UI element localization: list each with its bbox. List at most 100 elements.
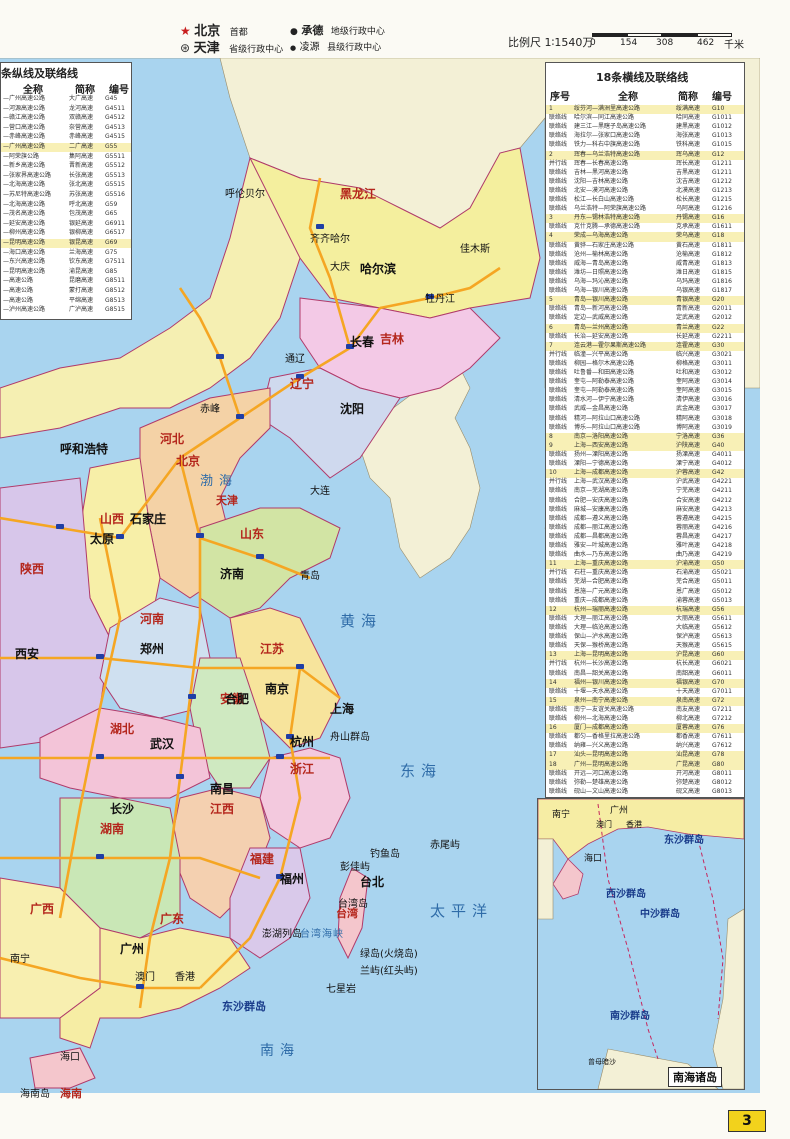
map-city-changsha: 长沙: [110, 802, 135, 816]
right-table-cell: 青兰高速: [676, 323, 701, 331]
left-table-cell: —北海高速公路: [3, 181, 46, 189]
right-table-cell: 松长高速: [676, 196, 701, 204]
right-table-cell: G4012: [712, 460, 732, 468]
right-table-cell: 大临高速: [676, 624, 701, 631]
right-table-cell: G6021: [712, 660, 732, 668]
right-table-cell: 潍日高速: [676, 268, 701, 276]
left-table-row: —高速公路 平绵高速 G8513: [1, 297, 131, 306]
left-table-cell: 双赣高速: [69, 114, 94, 122]
right-table-cell: 扬溧高速: [676, 451, 701, 458]
right-table-row: 联络线 威海—青岛高速公路 威青高速 G1813: [546, 260, 744, 269]
right-table-cell: 联络线: [549, 614, 568, 622]
right-table-row: 联络线 砚山—文山高速公路 砚文高速 G8013: [546, 788, 744, 797]
right-table-cell: 南宁—友谊关高速公路: [574, 705, 635, 713]
right-table-cell: 合安高速: [676, 496, 701, 504]
map-city-fuzhou: 福州: [280, 872, 305, 886]
right-table-cell: G1812: [712, 250, 732, 258]
left-table-cell: —延安高速公路: [3, 219, 46, 227]
map-prov-jiangsu: 江苏: [260, 642, 285, 656]
right-table-row: 联络线 乌海—玛沁高速公路 乌玛高速 G1816: [546, 278, 744, 287]
right-table-cell: 7: [549, 341, 553, 349]
left-table-cell: G7511: [105, 258, 125, 266]
right-table-cell: 广昆高速: [676, 760, 701, 768]
left-table-cell: 银昆高速: [69, 239, 94, 246]
left-table-cell: G5511: [105, 152, 125, 160]
map-city-hongkong: 香港: [175, 972, 195, 983]
right-table-cell: 广州—昆明高速公路: [574, 760, 629, 768]
right-table-cell: 武金高速: [676, 405, 701, 413]
right-table-row: 联络线 南京—芜湖高速公路 宁芜高速 G4211: [546, 487, 744, 496]
right-table-cell: 弥勒—楚雄高速公路: [574, 778, 629, 786]
right-table-cell: G8013: [712, 787, 732, 795]
right-table-cell: G3015: [712, 387, 732, 395]
right-table-row: 联络线 南宁—友谊关高速公路 南友高速 G7211: [546, 706, 744, 715]
scale-tick-2: 308: [656, 38, 674, 48]
right-table-cell: 联络线: [549, 132, 568, 140]
right-table-cell: 保山—泸水高速公路: [574, 633, 629, 641]
right-table-cell: 沪蓉高速: [676, 469, 701, 477]
right-table-cell: 1: [549, 105, 553, 112]
left-table-cell: 蒙打高速: [69, 287, 94, 294]
right-table-cell: 联络线: [549, 423, 568, 431]
left-table-row: —高速公路 昆磨高速 G8511: [1, 277, 131, 286]
right-table-cell: G36: [712, 432, 725, 440]
right-table-cell: G5615: [712, 642, 732, 650]
right-table-cell: 奎阿高速: [676, 378, 701, 386]
right-table-row: 并行线 杭州—长沙高速公路 杭长高速 G6021: [546, 660, 744, 669]
left-table-cell: —茂名高速公路: [3, 210, 46, 218]
right-table-cell: 12: [549, 605, 557, 613]
right-table-cell: 天保—猴桥高速公路: [574, 642, 629, 650]
right-table-cell: G5611: [712, 614, 732, 622]
map-island-zhoushan: 舟山群岛: [330, 732, 370, 743]
left-table-cell: G59: [105, 200, 118, 208]
right-table-cell: G42: [712, 469, 725, 477]
inset-nanning: 南宁: [552, 810, 571, 820]
left-table-cell: —东兴高速公路: [3, 258, 46, 266]
right-header-short: 简称: [678, 92, 698, 103]
right-panel-title: 18条横线及联络线: [596, 71, 689, 84]
right-table-cell: 吉黑高速: [676, 168, 701, 176]
right-table-cell: 黄骅—石家庄高速公路: [574, 241, 635, 249]
right-table-cell: 砚文高速: [676, 787, 701, 795]
right-table-cell: G7011: [712, 687, 732, 695]
map-prov-hainan: 海南: [60, 1087, 82, 1100]
map-sea-donghai: 东海: [400, 762, 443, 780]
map-island-penghu: 澎湖列岛: [262, 929, 302, 940]
right-table-cell: G4011: [712, 451, 732, 458]
right-table-cell: 纳兴高速: [676, 742, 701, 750]
right-table-cell: 沪昆高速: [676, 651, 701, 659]
right-table-cell: 联络线: [549, 387, 568, 395]
right-table-cell: 14: [549, 678, 557, 686]
right-table-cell: 克承高速: [676, 223, 701, 231]
right-table-row: 联络线 大理—临沧高速公路 大临高速 G5612: [546, 624, 744, 633]
right-table-cell: 恩施—广元高速公路: [574, 587, 629, 595]
right-table-row: 联络线 都匀—香格里拉高速公路 都香高速 G7611: [546, 733, 744, 742]
right-table-cell: 溧阳—宁德高速公路: [574, 460, 629, 468]
right-table-cell: 3: [549, 214, 553, 222]
inset-zengmu: 曾母暗沙: [588, 1058, 616, 1066]
left-table-cell: 包茂高速: [69, 210, 94, 218]
right-table-cell: 并行线: [549, 569, 568, 577]
right-table-cell: G7212: [712, 715, 732, 723]
left-table-cell: G4512: [105, 114, 125, 122]
right-table-cell: 汕昆高速: [676, 751, 701, 759]
left-table-cell: G85: [105, 267, 118, 275]
right-table-row: 联络线 柳园—格尔木高速公路 柳格高速 G3011: [546, 360, 744, 369]
left-table-cell: —泸州高速公路: [3, 306, 46, 314]
right-table-cell: 联络线: [549, 687, 568, 695]
right-table-cell: 并行线: [549, 660, 568, 668]
left-table-cell: —营口高速公路: [3, 123, 46, 131]
right-table-cell: G4218: [712, 542, 732, 550]
right-table-row: 联络线 成都—昌都高速公路 蓉昌高速 G4217: [546, 533, 744, 542]
right-table-cell: 联络线: [549, 241, 568, 249]
right-table-cell: 铁科高速: [676, 141, 701, 149]
right-table-cell: 2: [549, 150, 553, 158]
right-table-row: 联络线 乌兰浩特—阿荣旗高速公路 乌阿高速 G1216: [546, 205, 744, 214]
right-table-cell: 福银高速: [676, 678, 701, 686]
right-table-cell: 联络线: [549, 378, 568, 386]
map-prov-hunan: 湖南: [100, 822, 125, 836]
right-table-cell: G56: [712, 605, 725, 613]
right-table-cell: 联络线: [549, 596, 568, 604]
right-table-cell: 成都—遵义高速公路: [574, 514, 629, 522]
map-sea-bohai: 渤海: [200, 474, 239, 489]
